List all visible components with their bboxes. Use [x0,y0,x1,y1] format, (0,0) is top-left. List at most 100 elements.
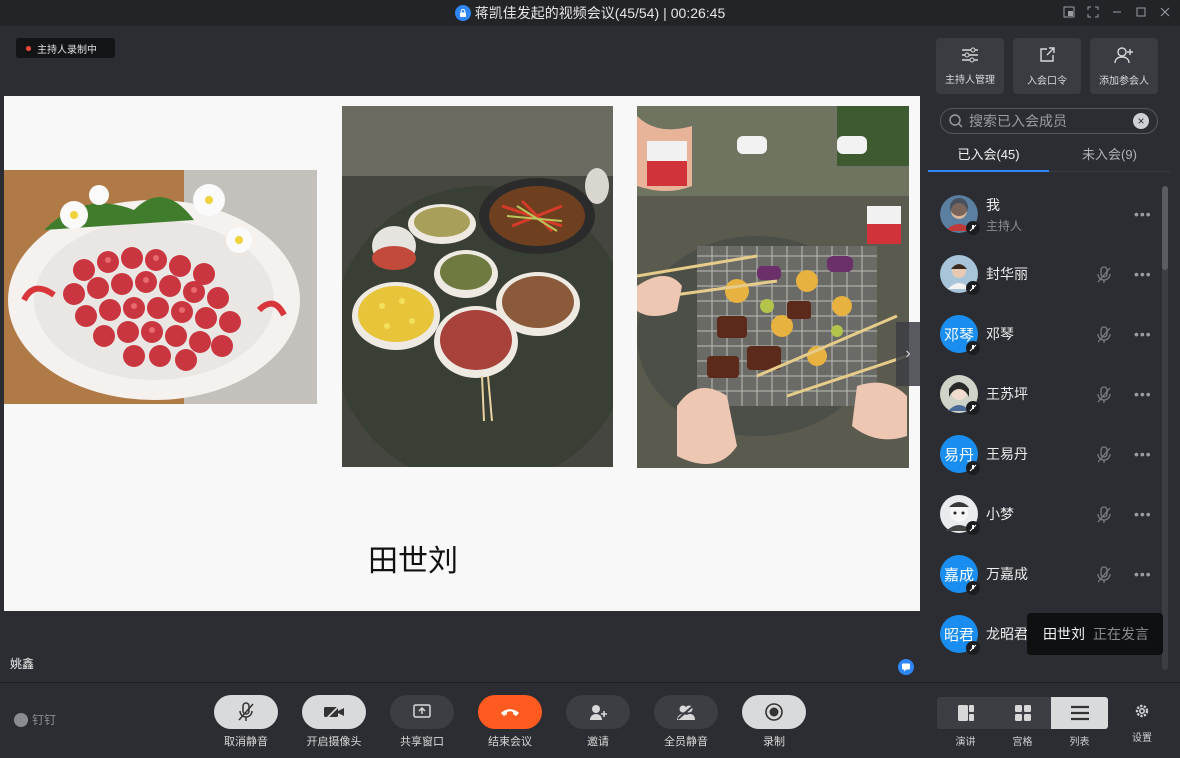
avatar: 易丹 [940,435,980,475]
speaker-view-label: 演讲 [955,737,976,748]
scrollbar-thumb[interactable] [1162,186,1168,270]
clear-search-icon[interactable]: × [1133,113,1149,129]
speaker-view-button[interactable] [937,697,994,729]
record-button[interactable]: 录制 [742,695,806,749]
mute-all-button[interactable]: 全员静音 [654,695,718,749]
member-row[interactable]: 王苏坪 ••• [928,364,1164,424]
member-name: 封华丽 [986,266,1028,282]
shared-slide: 田世刘 [4,96,920,611]
mic-off-small-icon [966,221,980,235]
tab-not-joined[interactable]: 未入会(9) [1049,140,1170,171]
record-icon[interactable] [742,695,806,729]
avatar [940,495,980,535]
member-row[interactable]: 封华丽 ••• [928,244,1164,304]
mic-muted-icon[interactable] [1096,506,1112,529]
mic-muted-icon[interactable] [1096,386,1112,409]
mic-off-small-icon [966,641,980,655]
dingtalk-logo-icon [14,712,28,727]
speaking-indicator: 田世刘 正在发言 [1027,613,1163,655]
grid-view-label: 宫格 [1012,737,1033,748]
more-options-icon[interactable]: ••• [1134,206,1152,222]
gear-icon [1135,704,1149,718]
member-tabs: 已入会(45) 未入会(9) [928,140,1170,172]
member-name: 龙昭君 [986,626,1028,642]
camera-off-icon[interactable] [302,695,366,729]
settings-button[interactable]: 设置 [1128,703,1156,744]
mic-off-small-icon [966,341,980,355]
unmute-button[interactable]: 取消静音 [214,695,278,749]
maximize-icon[interactable] [1134,4,1148,20]
meeting-password-button[interactable]: 入会口令 [1013,38,1081,94]
mute-all-label: 全员静音 [664,736,708,748]
share-window-button[interactable]: 共享窗口 [390,695,454,749]
mic-off-icon[interactable] [214,695,278,729]
member-search-input[interactable]: 搜索已入会成员 × [940,108,1158,134]
member-name: 我 [986,196,1000,213]
member-row[interactable]: 我 主持人 ••• [928,184,1164,244]
mic-muted-icon[interactable] [1096,266,1112,289]
brand: 钉钉 [14,711,56,728]
lock-icon [454,5,471,21]
member-list-scrollbar[interactable] [1162,186,1168,670]
avatar: 邓琴 [940,315,980,355]
close-window-icon[interactable] [1158,4,1172,20]
avatar: 昭君 [940,615,980,655]
more-options-icon[interactable]: ••• [1134,326,1152,342]
speaking-status: 正在发言 [1093,626,1149,642]
next-page-button[interactable]: › [896,322,920,386]
more-options-icon[interactable]: ••• [1134,446,1152,462]
share-window-label: 共享窗口 [400,736,444,748]
meeting-timer: 00:26:45 [670,5,726,21]
layout-switcher [937,697,1108,729]
member-role: 主持人 [986,218,1023,233]
avatar [940,375,980,415]
more-options-icon[interactable]: ••• [1134,386,1152,402]
mic-off-small-icon [966,581,980,595]
mic-muted-icon[interactable] [1096,446,1112,469]
list-view-button[interactable] [1051,697,1108,729]
host-management-label: 主持人管理 [945,74,995,86]
speaker-view-icon [957,705,974,721]
member-row[interactable]: 嘉成 万嘉成 ••• [928,544,1164,604]
mic-muted-icon[interactable] [1096,326,1112,349]
recording-label: 主持人录制中 [37,44,97,56]
start-camera-button[interactable]: 开启摄像头 [302,695,366,749]
avatar [940,195,980,235]
more-options-icon[interactable]: ••• [1134,566,1152,582]
mic-off-small-icon [966,281,980,295]
participants-panel: 主持人管理 入会口令 添加参会人 搜索已入会成员 × 已入会(45) 未入会(9… [928,26,1180,682]
grid-view-button[interactable] [994,697,1051,729]
mic-muted-icon[interactable] [1096,566,1112,589]
mute-all-icon[interactable] [654,695,718,729]
pin-window-icon[interactable] [1062,4,1076,20]
invite-button[interactable]: 邀请 [566,695,630,749]
more-options-icon[interactable]: ••• [1134,506,1152,522]
start-camera-label: 开启摄像头 [306,736,362,748]
add-participant-button[interactable]: 添加参会人 [1090,38,1158,94]
member-row[interactable]: 小梦 ••• [928,484,1164,544]
invite-icon[interactable] [566,695,630,729]
hang-up-icon[interactable] [478,695,542,729]
mic-off-small-icon [966,401,980,415]
end-meeting-button[interactable]: 结束会议 [478,695,542,749]
more-options-icon[interactable]: ••• [1134,266,1152,282]
share-screen-icon[interactable] [390,695,454,729]
member-row[interactable]: 邓琴 邓琴 ••• [928,304,1164,364]
member-name: 万嘉成 [986,566,1028,582]
chat-bubble-icon[interactable] [898,659,914,675]
unmute-label: 取消静音 [224,736,268,748]
mic-off-small-icon [966,461,980,475]
member-row[interactable]: 易丹 王易丹 ••• [928,424,1164,484]
tab-joined[interactable]: 已入会(45) [928,140,1049,172]
grid-view-icon [1014,705,1031,721]
fullscreen-icon[interactable] [1086,4,1100,20]
end-meeting-label: 结束会议 [488,736,532,748]
sliders-icon [962,47,978,62]
list-view-label: 列表 [1069,737,1090,748]
layout-labels: 演讲 宫格 列表 [937,733,1108,748]
host-management-button[interactable]: 主持人管理 [936,38,1004,94]
member-list: 我 主持人 ••• 封华丽 ••• 邓琴 邓琴 ••• 王苏坪 ••• 易丹 王… [928,184,1164,664]
barbecue-grill-photo [637,106,909,468]
minimize-icon[interactable] [1110,4,1124,20]
shared-screen-stage: 主持人录制中 田世刘 › 姚鑫 [0,26,924,682]
